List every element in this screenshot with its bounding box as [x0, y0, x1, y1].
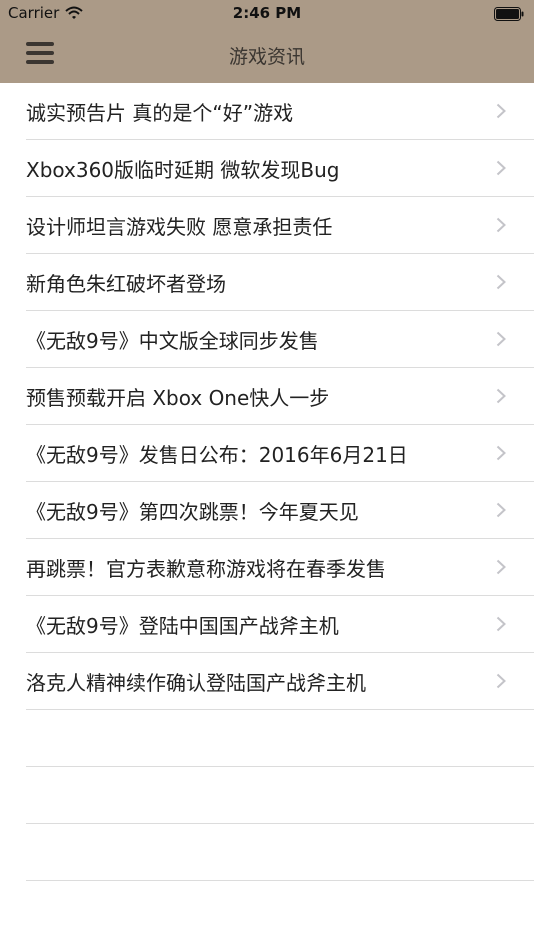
chevron-right-icon: [496, 559, 506, 575]
news-list-item[interactable]: 《无敌9号》登陆中国国产战斧主机: [26, 596, 534, 653]
news-list-item[interactable]: 新角色朱红破坏者登场: [26, 254, 534, 311]
news-title: 《无敌9号》中文版全球同步发售: [26, 329, 319, 353]
news-list-item[interactable]: 《无敌9号》发售日公布：2016年6月21日: [26, 425, 534, 482]
news-list-item[interactable]: 《无敌9号》中文版全球同步发售: [26, 311, 534, 368]
news-list-item[interactable]: 设计师坦言游戏失败 愿意承担责任: [26, 197, 534, 254]
empty-row: [26, 824, 534, 881]
empty-row: [26, 767, 534, 824]
battery-icon: [494, 7, 524, 21]
news-title: 预售预载开启 Xbox One快人一步: [26, 386, 330, 410]
news-title: 《无敌9号》第四次跳票！今年夏天见: [26, 500, 359, 524]
news-list: 诚实预告片 真的是个“好”游戏 Xbox360版临时延期 微软发现Bug 设计师…: [0, 83, 534, 881]
status-bar: Carrier 2:46 PM: [0, 0, 534, 28]
chevron-right-icon: [496, 103, 506, 119]
news-list-item[interactable]: 洛克人精神续作确认登陆国产战斧主机: [26, 653, 534, 710]
navigation-bar: 游戏资讯: [0, 28, 534, 83]
news-list-item[interactable]: Xbox360版临时延期 微软发现Bug: [26, 140, 534, 197]
news-title: Xbox360版临时延期 微软发现Bug: [26, 158, 340, 182]
news-title: 设计师坦言游戏失败 愿意承担责任: [26, 215, 333, 239]
chevron-right-icon: [496, 160, 506, 176]
page-title: 游戏资讯: [228, 46, 305, 68]
chevron-right-icon: [496, 217, 506, 233]
news-title: 再跳票！官方表歉意称游戏将在春季发售: [26, 557, 386, 581]
news-list-item[interactable]: 再跳票！官方表歉意称游戏将在春季发售: [26, 539, 534, 596]
chevron-right-icon: [496, 673, 506, 689]
news-list-item[interactable]: 《无敌9号》第四次跳票！今年夏天见: [26, 482, 534, 539]
news-title: 诚实预告片 真的是个“好”游戏: [26, 101, 294, 125]
chevron-right-icon: [496, 616, 506, 632]
news-title: 《无敌9号》发售日公布：2016年6月21日: [26, 443, 408, 467]
empty-row: [26, 710, 534, 767]
chevron-right-icon: [496, 388, 506, 404]
top-bar: Carrier 2:46 PM 游戏资讯: [0, 0, 534, 83]
news-list-item[interactable]: 预售预载开启 Xbox One快人一步: [26, 368, 534, 425]
chevron-right-icon: [496, 331, 506, 347]
news-title: 新角色朱红破坏者登场: [26, 272, 226, 296]
news-title: 洛克人精神续作确认登陆国产战斧主机: [26, 671, 366, 695]
chevron-right-icon: [496, 445, 506, 461]
news-list-item[interactable]: 诚实预告片 真的是个“好”游戏: [26, 83, 534, 140]
news-title: 《无敌9号》登陆中国国产战斧主机: [26, 614, 339, 638]
chevron-right-icon: [496, 502, 506, 518]
status-time: 2:46 PM: [232, 4, 302, 22]
chevron-right-icon: [496, 274, 506, 290]
